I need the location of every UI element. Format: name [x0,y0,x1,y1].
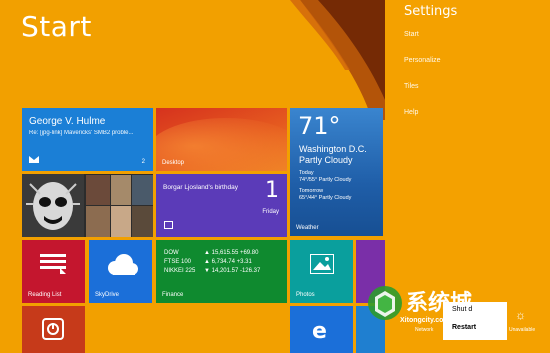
svg-text:e: e [312,319,327,342]
mail-tile[interactable]: George V. Hulme Re: [jpg-link] Mavericks… [22,108,153,171]
settings-title: Settings [404,4,458,19]
desktop-tile[interactable]: Desktop [156,108,287,171]
people-tile[interactable] [22,174,153,237]
weather-label: Weather [296,225,319,231]
avatar [132,175,153,205]
mail-sender: George V. Hulme [29,116,106,127]
app-tile[interactable] [22,306,85,353]
restart-option[interactable]: Restart [443,324,507,331]
avatar [132,206,153,237]
weather-today: Today [299,170,314,176]
desktop-label: Desktop [162,160,185,166]
index-name: NIKKEI 225 [164,268,196,274]
start-title: Start [21,10,92,43]
photos-label: Photos [296,292,315,298]
mail-subject: Re: [jpg-link] Mavericks' SMB2 proble... [29,130,134,136]
calendar-day-name: Friday [262,209,279,215]
brightness-icon[interactable]: ☼ [515,308,526,322]
network-label[interactable]: Network [415,327,433,333]
index-value: ▼ 14,201.57 -126.37 [204,268,261,274]
finance-row: NIKKEI 225 ▼ 14,201.57 -126.37 [164,268,260,274]
skydrive-tile[interactable]: SkyDrive [89,240,152,303]
calendar-event: Borgar Ljosland's birthday [163,184,238,191]
skydrive-label: SkyDrive [95,292,120,298]
finance-row: FTSE 100 ▲ 6,734.74 +3.31 [164,259,252,265]
reading-list-label: Reading List [28,292,62,298]
reading-list-icon [40,254,66,274]
index-name: DOW [164,250,179,256]
avatar [111,175,131,205]
reading-list-tile[interactable]: Reading List [22,240,85,303]
calendar-tile[interactable]: Borgar Ljosland's birthday 1 Friday [156,174,287,237]
weather-tomorrow-range: 65°/44° Partly Cloudy [299,195,352,201]
power-menu: Shut d Restart [443,302,507,340]
settings-item-personalize[interactable]: Personalize [404,57,441,64]
app-icon [42,318,64,340]
weather-condition: Partly Cloudy [299,155,353,165]
photo-icon [310,254,334,274]
settings-item-help[interactable]: Help [404,109,418,116]
mail-icon [29,156,39,163]
internet-explorer-icon: e [312,319,327,342]
weather-tomorrow: Tomorrow [299,188,324,194]
internet-explorer-tile[interactable]: e [290,306,353,353]
settings-item-tiles[interactable]: Tiles [404,83,419,90]
index-name: FTSE 100 [164,259,192,265]
skull-avatar [22,174,84,237]
shutdown-option[interactable]: Shut d [452,306,472,313]
photos-tile[interactable]: Photos [290,240,353,303]
calendar-icon [164,221,173,229]
finance-row: DOW ▲ 15,615.55 +69.80 [164,250,258,256]
calendar-day-number: 1 [265,178,279,203]
weather-temp: 71° [298,112,341,140]
weather-tile[interactable]: 71° Washington D.C. Partly Cloudy Today … [290,108,383,236]
weather-city: Washington D.C. [299,144,367,154]
index-value: ▲ 6,734.74 +3.31 [204,259,252,265]
weather-today-range: 74°/55° Partly Cloudy [299,177,352,183]
finance-tile[interactable]: DOW ▲ 15,615.55 +69.80 FTSE 100 ▲ 6,734.… [156,240,287,303]
index-value: ▲ 15,615.55 +69.80 [204,250,259,256]
mail-count: 2 [141,159,145,165]
avatar [111,206,131,237]
avatar [86,206,110,237]
finance-label: Finance [162,292,184,298]
cloud-icon [108,254,138,275]
settings-item-start[interactable]: Start [404,31,419,38]
unavailable-label: Unavailable [509,327,536,333]
avatar [86,175,110,205]
